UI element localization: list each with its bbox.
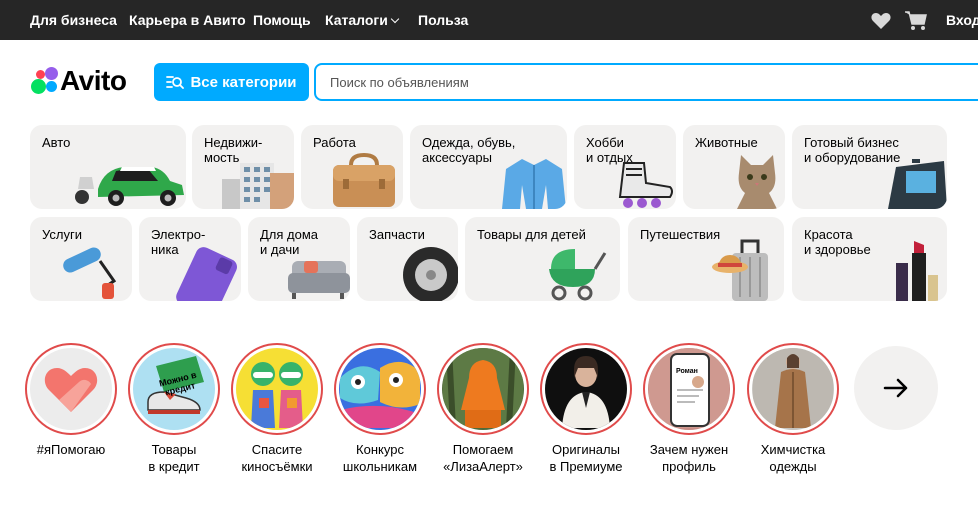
story-caption: Оригиналы в Премиуме <box>549 442 623 474</box>
category-tile-job[interactable]: Работа <box>301 125 403 209</box>
arrow-right-icon <box>883 378 908 398</box>
category-tile-beauty[interactable]: Красота и здоровье <box>792 217 947 301</box>
volunteer-photo <box>443 348 523 429</box>
logo-text: Avito <box>60 65 127 96</box>
car-image <box>75 167 184 206</box>
nav-link-career[interactable]: Карьера в Авито <box>129 12 246 28</box>
story-caption: Помогаем «ЛизаАлерт» <box>443 442 523 474</box>
search-box <box>314 63 978 101</box>
category-tile-kids[interactable]: Товары для детей <box>465 217 620 301</box>
cat-image <box>737 155 777 209</box>
story-ya-pomogayu[interactable]: #яПомогаю <box>23 343 119 458</box>
category-tile-travel[interactable]: Путешествия <box>628 217 784 301</box>
story-dry-cleaning[interactable]: Химчистка одежды <box>745 343 841 475</box>
all-categories-button[interactable]: Все категории <box>154 63 309 101</box>
story-caption: Товары в кредит <box>148 442 200 474</box>
category-label: Работа <box>313 135 356 150</box>
category-label: Услуги <box>42 227 82 242</box>
category-tile-parts[interactable]: Запчасти <box>357 217 458 301</box>
category-tile-realty[interactable]: Недвижи- мость <box>192 125 294 209</box>
cartoon-characters-image <box>251 362 303 428</box>
avito-logo[interactable]: Avito <box>30 64 127 98</box>
story-ring <box>747 343 839 435</box>
story-ring: Роман <box>643 343 735 435</box>
category-tile-clothes[interactable]: Одежда, обувь, аксессуары <box>410 125 567 209</box>
woman-coat-photo <box>753 348 833 428</box>
story-ring: Можно в кредит <box>128 343 220 435</box>
story-liza-alert[interactable]: Помогаем «ЛизаАлерт» <box>435 343 531 475</box>
story-caption: Зачем нужен профиль <box>649 442 729 474</box>
jacket-image <box>502 159 566 209</box>
category-tile-services[interactable]: Услуги <box>30 217 132 301</box>
phone-profile-image <box>649 348 729 428</box>
category-tile-animals[interactable]: Животные <box>683 125 785 209</box>
logo-dots-icon <box>30 67 58 95</box>
briefcase-image <box>333 152 395 207</box>
sofa-image <box>288 261 350 299</box>
story-caption: Спасите киносъёмки <box>241 442 313 474</box>
story-ring <box>231 343 323 435</box>
stroller-image <box>549 249 607 301</box>
list-search-icon <box>166 76 185 89</box>
tire-image <box>403 247 458 301</box>
stories-next-button[interactable] <box>854 346 938 430</box>
all-categories-label: Все категории <box>190 73 297 91</box>
top-navigation-bar: Для бизнеса Карьера в Авито Помощь Катал… <box>0 0 978 40</box>
nav-link-business[interactable]: Для бизнеса <box>30 12 117 28</box>
category-label: Товары для детей <box>477 227 586 242</box>
category-label: Авто <box>42 135 71 150</box>
story-credit-goods[interactable]: Можно в кредит Товары в кредит <box>126 343 222 475</box>
search-input[interactable] <box>316 65 978 99</box>
heart-icon[interactable] <box>871 12 891 29</box>
story-ring <box>437 343 529 435</box>
story-save-filming[interactable]: Спасите киносъёмки <box>229 343 325 475</box>
chevron-down-icon <box>390 14 400 24</box>
phone-image <box>176 247 237 301</box>
story-ring <box>334 343 426 435</box>
woman-portrait-photo <box>562 356 610 428</box>
pos-terminal-image <box>888 159 947 209</box>
story-premium-originals[interactable]: Оригиналы в Премиуме <box>538 343 634 475</box>
story-ring <box>25 343 117 435</box>
category-tile-home[interactable]: Для дома и дачи <box>248 217 350 301</box>
nav-link-help[interactable]: Помощь <box>253 12 311 28</box>
cart-icon[interactable] <box>904 10 928 31</box>
category-tile-hobby[interactable]: Хобби и отдых <box>574 125 676 209</box>
story-ring <box>540 343 632 435</box>
building-image <box>222 163 294 209</box>
category-tile-auto[interactable]: Авто <box>30 125 186 209</box>
story-caption: #яПомогаю <box>36 442 106 457</box>
story-caption: Конкурс школьникам <box>342 442 418 474</box>
nav-link-catalogs[interactable]: Каталоги <box>325 12 400 28</box>
nav-link-benefit[interactable]: Польза <box>418 12 468 28</box>
category-label: Красота и здоровье <box>804 227 871 257</box>
story-profile[interactable]: Роман Зачем нужен профиль <box>641 343 737 475</box>
rollerskate-image <box>618 162 673 208</box>
category-label: Животные <box>695 135 758 150</box>
heart-icon <box>44 368 98 412</box>
story-school-contest[interactable]: Конкурс школьникам <box>332 343 428 475</box>
login-link[interactable]: Вход <box>946 12 978 28</box>
suitcase-image <box>712 239 768 301</box>
category-label: Запчасти <box>369 227 425 242</box>
category-tile-business[interactable]: Готовый бизнес и оборудование <box>792 125 947 209</box>
profile-name-badge: Роман <box>676 368 698 375</box>
cartoon-creatures-image <box>340 361 420 428</box>
nav-link-catalogs-label: Каталоги <box>325 12 388 28</box>
paint-roller-image <box>63 247 117 299</box>
category-tile-electronics[interactable]: Электро- ника <box>139 217 241 301</box>
lipstick-image <box>896 241 938 301</box>
story-caption: Химчистка одежды <box>760 442 826 474</box>
